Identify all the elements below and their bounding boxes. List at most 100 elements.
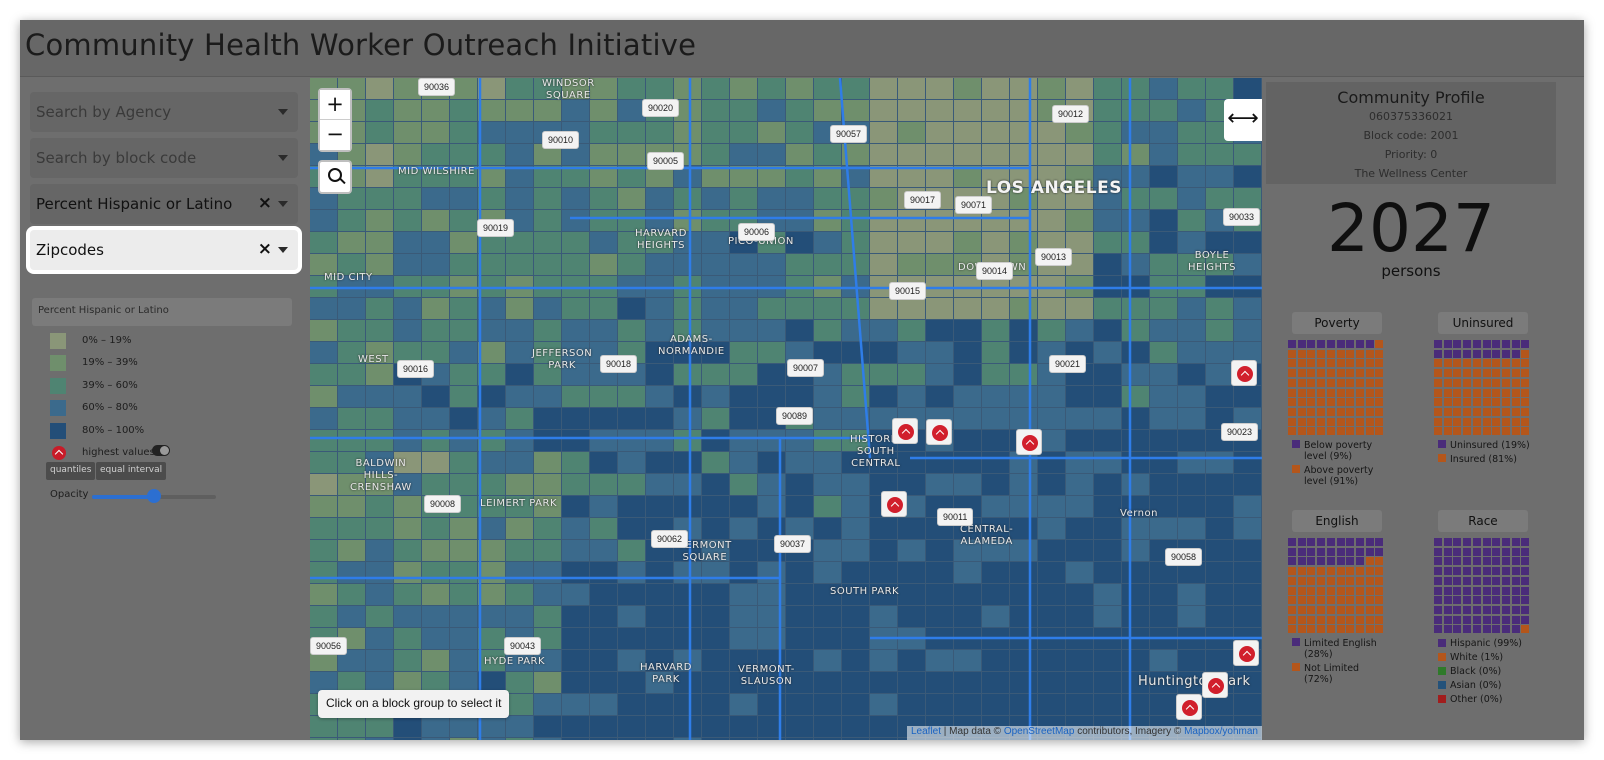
block-group[interactable] <box>1234 496 1261 517</box>
block-group[interactable] <box>422 100 449 121</box>
block-group[interactable] <box>898 122 925 143</box>
block-group[interactable] <box>562 430 589 451</box>
block-group[interactable] <box>534 386 561 407</box>
block-group[interactable] <box>338 738 365 740</box>
block-group[interactable] <box>1234 386 1261 407</box>
block-group[interactable] <box>1010 276 1037 297</box>
block-group[interactable] <box>366 518 393 539</box>
block-group[interactable] <box>814 628 841 649</box>
block-group[interactable] <box>842 474 869 495</box>
block-group[interactable] <box>1178 386 1205 407</box>
block-group[interactable] <box>674 474 701 495</box>
block-group[interactable] <box>730 738 757 740</box>
block-group[interactable] <box>1010 672 1037 693</box>
block-group[interactable] <box>646 584 673 605</box>
block-group[interactable] <box>646 188 673 209</box>
block-group[interactable] <box>1122 254 1149 275</box>
block-group[interactable] <box>450 584 477 605</box>
block-group[interactable] <box>1122 474 1149 495</box>
block-group[interactable] <box>590 320 617 341</box>
block-group[interactable] <box>562 408 589 429</box>
block-group[interactable] <box>590 452 617 473</box>
block-group[interactable] <box>478 738 505 740</box>
block-group[interactable] <box>814 606 841 627</box>
block-group[interactable] <box>786 430 813 451</box>
block-group[interactable] <box>702 672 729 693</box>
block-group[interactable] <box>674 188 701 209</box>
block-group[interactable] <box>982 672 1009 693</box>
block-group[interactable] <box>534 452 561 473</box>
block-group[interactable] <box>1206 606 1233 627</box>
block-group[interactable] <box>1178 430 1205 451</box>
block-group[interactable] <box>730 122 757 143</box>
block-group[interactable] <box>506 540 533 561</box>
block-group[interactable] <box>1178 650 1205 671</box>
block-group[interactable] <box>366 562 393 583</box>
block-group[interactable] <box>786 738 813 740</box>
block-group[interactable] <box>1178 320 1205 341</box>
block-group[interactable] <box>730 276 757 297</box>
block-group[interactable] <box>954 386 981 407</box>
block-group[interactable] <box>954 474 981 495</box>
block-group[interactable] <box>982 562 1009 583</box>
block-group[interactable] <box>730 562 757 583</box>
block-group[interactable] <box>1178 518 1205 539</box>
block-group[interactable] <box>786 144 813 165</box>
block-group[interactable] <box>1122 386 1149 407</box>
block-group[interactable] <box>842 342 869 363</box>
block-group[interactable] <box>646 430 673 451</box>
block-group[interactable] <box>394 276 421 297</box>
block-group[interactable] <box>870 298 897 319</box>
block-group[interactable] <box>1094 320 1121 341</box>
block-group[interactable] <box>1122 408 1149 429</box>
highest-value-marker-icon[interactable] <box>926 419 952 445</box>
block-group[interactable] <box>786 474 813 495</box>
block-group[interactable] <box>366 738 393 740</box>
block-group[interactable] <box>1234 232 1261 253</box>
highest-value-marker-icon[interactable] <box>1231 360 1257 386</box>
block-group[interactable] <box>534 298 561 319</box>
block-group[interactable] <box>478 298 505 319</box>
block-group[interactable] <box>1150 320 1177 341</box>
block-group[interactable] <box>366 650 393 671</box>
block-group[interactable] <box>422 474 449 495</box>
block-group[interactable] <box>870 100 897 121</box>
block-group[interactable] <box>590 144 617 165</box>
block-group[interactable] <box>954 320 981 341</box>
block-group[interactable] <box>506 254 533 275</box>
block-group[interactable] <box>646 254 673 275</box>
block-group[interactable] <box>1038 496 1065 517</box>
chevron-down-icon[interactable] <box>278 247 288 253</box>
block-group[interactable] <box>366 540 393 561</box>
block-group[interactable] <box>898 254 925 275</box>
block-group[interactable] <box>394 254 421 275</box>
block-group[interactable] <box>1066 430 1093 451</box>
block-group[interactable] <box>562 276 589 297</box>
block-group[interactable] <box>786 210 813 231</box>
block-group[interactable] <box>730 496 757 517</box>
block-group[interactable] <box>450 408 477 429</box>
block-group[interactable] <box>814 386 841 407</box>
block-group[interactable] <box>422 452 449 473</box>
block-group[interactable] <box>618 738 645 740</box>
block-group[interactable] <box>1206 144 1233 165</box>
block-group[interactable] <box>786 606 813 627</box>
block-group[interactable] <box>338 430 365 451</box>
block-group[interactable] <box>730 584 757 605</box>
block-group[interactable] <box>450 474 477 495</box>
block-group[interactable] <box>366 122 393 143</box>
block-group[interactable] <box>674 452 701 473</box>
block-group[interactable] <box>702 188 729 209</box>
block-group[interactable] <box>1150 232 1177 253</box>
block-group[interactable] <box>1038 78 1065 99</box>
block-group[interactable] <box>982 144 1009 165</box>
block-group[interactable] <box>786 562 813 583</box>
block-group[interactable] <box>982 100 1009 121</box>
block-group[interactable] <box>338 386 365 407</box>
block-group[interactable] <box>730 386 757 407</box>
block-group[interactable] <box>450 210 477 231</box>
block-group[interactable] <box>394 496 421 517</box>
block-group[interactable] <box>1094 518 1121 539</box>
block-group[interactable] <box>1122 122 1149 143</box>
block-group[interactable] <box>1122 276 1149 297</box>
